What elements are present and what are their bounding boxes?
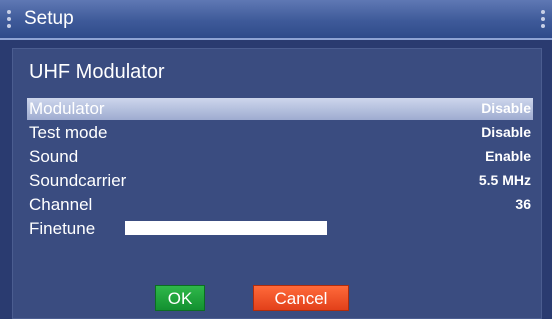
panel-heading: UHF Modulator (29, 61, 165, 83)
setting-value: 5.5 MHz (478, 172, 531, 188)
setting-row-test-mode[interactable]: Test mode Disable (27, 122, 533, 144)
window-title: Setup (24, 8, 74, 29)
setting-row-soundcarrier[interactable]: Soundcarrier 5.5 MHz (27, 170, 533, 192)
setting-row-modulator[interactable]: Modulator Disable (27, 98, 533, 120)
setting-value: Disable (481, 124, 531, 140)
finetune-slider[interactable] (125, 221, 327, 235)
setting-label: Modulator (29, 99, 105, 118)
grip-dots-icon (540, 10, 546, 32)
grip-dots-icon (6, 10, 12, 32)
setting-label: Channel (29, 195, 93, 214)
ok-button[interactable]: OK (155, 285, 205, 311)
setting-label: Soundcarrier (29, 171, 127, 190)
setting-label: Sound (29, 147, 79, 166)
setting-row-sound[interactable]: Sound Enable (27, 146, 533, 168)
cancel-button[interactable]: Cancel (253, 285, 349, 311)
setting-value: Enable (485, 148, 531, 164)
setting-label: Test mode (29, 123, 108, 142)
setting-label: Finetune (29, 219, 96, 238)
setting-row-finetune[interactable]: Finetune (27, 218, 533, 240)
setting-value: 36 (515, 196, 531, 212)
title-bar: Setup (0, 0, 552, 40)
setting-value: Disable (481, 100, 531, 116)
uhf-modulator-panel: UHF Modulator Modulator Disable Test mod… (12, 48, 542, 319)
setup-window: Setup UHF Modulator Modulator Disable Te… (0, 0, 552, 319)
setting-row-channel[interactable]: Channel 36 (27, 194, 533, 216)
